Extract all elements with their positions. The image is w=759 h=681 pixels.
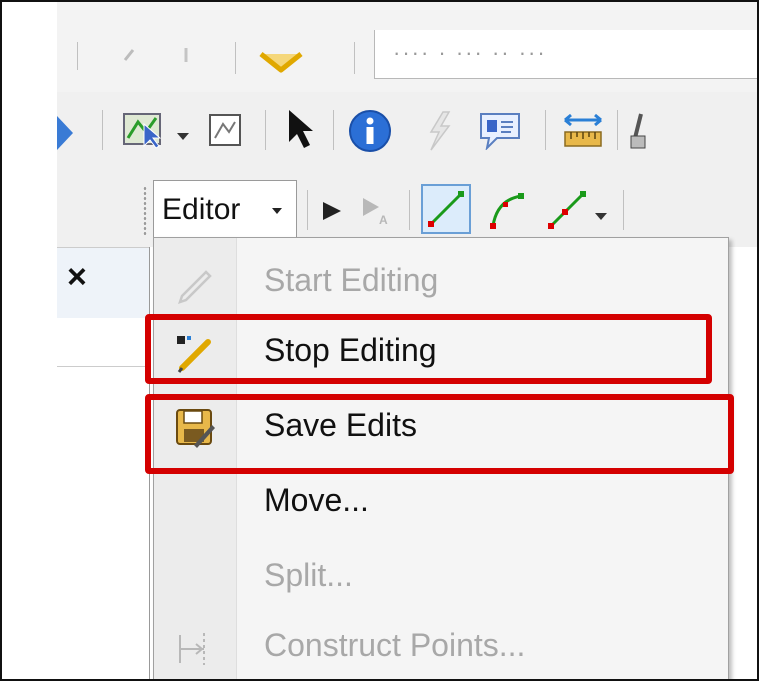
menu-item-start-editing[interactable]: Start Editing xyxy=(154,248,728,318)
select-features-icon[interactable] xyxy=(122,110,172,150)
tools-toolbar xyxy=(57,92,757,172)
svg-text:A: A xyxy=(379,213,388,226)
chevron-down-icon[interactable] xyxy=(595,208,607,220)
toolbar-separator xyxy=(545,110,546,150)
toolbar-separator xyxy=(265,110,266,150)
toolbar-separator xyxy=(235,42,236,74)
edit-annotation-icon[interactable]: A xyxy=(359,194,395,227)
measure-icon[interactable] xyxy=(561,112,605,150)
arcmap-window: ···· · ··· ·· ··· Editor A × Start Editi… xyxy=(57,2,757,679)
toolbar-separator xyxy=(354,42,355,74)
partial-tool-icon[interactable] xyxy=(179,46,193,64)
menu-item-split[interactable]: Split... xyxy=(154,543,728,613)
chevron-down-icon xyxy=(272,208,282,214)
menu-item-label: Construct Points... xyxy=(264,627,526,663)
identify-icon[interactable] xyxy=(347,108,393,154)
html-popup-icon[interactable] xyxy=(477,110,523,152)
toolbar-separator xyxy=(77,42,78,70)
partial-tool-icon[interactable] xyxy=(629,110,647,150)
menu-item-move[interactable]: Move... xyxy=(154,468,728,538)
close-icon[interactable]: × xyxy=(67,258,87,297)
editor-menu-button[interactable]: Editor xyxy=(153,180,297,238)
table-of-contents-panel: × xyxy=(57,247,149,679)
chevron-down-icon[interactable] xyxy=(177,128,189,140)
toolbar-separator xyxy=(307,190,308,230)
edit-tool-icon[interactable] xyxy=(319,198,345,224)
forward-extent-icon[interactable] xyxy=(57,114,75,152)
straight-segment-icon[interactable] xyxy=(421,184,471,234)
panel-divider xyxy=(57,366,149,367)
add-data-icon[interactable] xyxy=(257,50,305,80)
editor-menu-label: Editor xyxy=(162,193,241,226)
partial-tool-icon[interactable] xyxy=(123,46,137,64)
screenshot-frame: ···· · ··· ·· ··· Editor A × Start Editi… xyxy=(0,0,759,681)
panel-header: × xyxy=(57,248,149,318)
hyperlink-icon[interactable] xyxy=(423,110,453,152)
menu-item-label: Start Editing xyxy=(264,262,439,298)
toolbar-separator xyxy=(102,110,103,150)
toolbar-separator xyxy=(409,190,410,230)
menu-item-label: Split... xyxy=(264,557,353,593)
map-scale-combobox[interactable]: ···· · ··· ·· ··· xyxy=(374,30,757,79)
menu-item-label: Move... xyxy=(264,482,369,518)
end-point-arc-icon[interactable] xyxy=(485,188,529,232)
clear-selection-icon[interactable] xyxy=(207,112,243,148)
map-scale-value: ···· · ··· ·· ··· xyxy=(393,40,547,65)
trace-icon[interactable] xyxy=(545,188,589,232)
toolbar-grip[interactable] xyxy=(143,186,147,236)
editor-toolbar: Editor A xyxy=(57,172,757,247)
toolbar-separator xyxy=(333,110,334,150)
highlight-box-stop-editing xyxy=(145,314,712,384)
standard-toolbar: ···· · ··· ·· ··· xyxy=(57,2,757,92)
construct-points-icon xyxy=(174,627,216,669)
toolbar-separator xyxy=(617,110,618,150)
select-elements-icon[interactable] xyxy=(285,108,315,152)
pencil-icon xyxy=(174,262,216,304)
toolbar-separator xyxy=(623,190,624,230)
menu-item-construct-points[interactable]: Construct Points... xyxy=(154,613,728,679)
highlight-box-save-edits xyxy=(145,394,734,474)
